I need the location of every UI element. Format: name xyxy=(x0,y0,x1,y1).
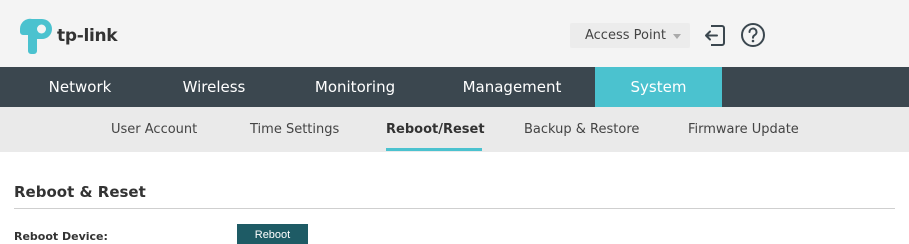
main-nav: Network Wireless Monitoring Management S… xyxy=(0,67,909,107)
help-icon[interactable] xyxy=(740,22,766,48)
tab-system[interactable]: System xyxy=(595,67,722,107)
logout-icon[interactable] xyxy=(703,24,726,47)
tab-network[interactable]: Network xyxy=(40,67,120,107)
top-header: tp-link Access Point xyxy=(0,0,909,67)
logo-text: tp-link xyxy=(57,26,118,46)
sub-nav: User Account Time Settings Reboot/Reset … xyxy=(0,107,909,152)
tab-monitoring[interactable]: Monitoring xyxy=(305,67,405,107)
subtab-user-account[interactable]: User Account xyxy=(111,107,197,152)
subtab-time-settings[interactable]: Time Settings xyxy=(250,107,339,152)
tp-link-logo-mark xyxy=(20,18,52,54)
section-title: Reboot & Reset xyxy=(14,183,146,201)
chevron-down-icon xyxy=(673,34,681,39)
tab-wireless[interactable]: Wireless xyxy=(174,67,254,107)
subtab-backup-restore[interactable]: Backup & Restore xyxy=(524,107,639,152)
subtab-reboot-reset[interactable]: Reboot/Reset xyxy=(386,107,485,152)
reboot-button[interactable]: Reboot xyxy=(237,224,308,244)
mode-select[interactable]: Access Point xyxy=(570,23,690,48)
section-divider xyxy=(14,208,895,209)
reboot-device-label: Reboot Device: xyxy=(14,230,108,243)
active-subtab-indicator xyxy=(386,148,482,151)
mode-select-value: Access Point xyxy=(585,28,666,43)
tab-management[interactable]: Management xyxy=(452,67,572,107)
tp-link-logo[interactable]: tp-link xyxy=(20,16,118,56)
subtab-firmware-update[interactable]: Firmware Update xyxy=(688,107,799,152)
